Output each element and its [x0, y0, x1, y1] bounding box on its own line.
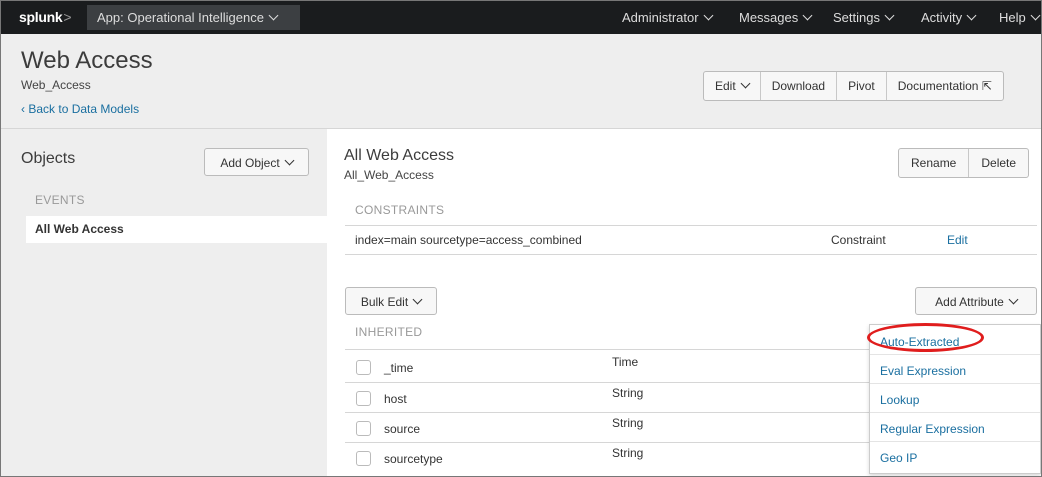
field-row: source String	[345, 414, 905, 444]
rename-button[interactable]: Rename	[899, 149, 968, 177]
divider	[345, 412, 869, 413]
splunk-logo[interactable]: splunk>	[19, 9, 72, 25]
constraint-edit-link[interactable]: Edit	[947, 233, 968, 247]
field-name: _time	[384, 361, 414, 375]
download-button[interactable]: Download	[759, 72, 836, 100]
row-checkbox[interactable]	[356, 360, 371, 375]
field-type: String	[612, 416, 644, 430]
divider	[345, 254, 1037, 255]
back-to-data-models-link[interactable]: ‹ Back to Data Models	[21, 102, 139, 116]
object-title: All Web Access	[344, 147, 454, 164]
nav-administrator[interactable]: Administrator	[622, 1, 714, 34]
app-window: splunk> App: Operational Intelligence Ad…	[0, 0, 1042, 477]
highlight-ring	[867, 323, 984, 352]
edit-button[interactable]: Edit	[704, 72, 760, 100]
page-header: Web Access Web_Access ‹ Back to Data Mod…	[1, 34, 1041, 129]
field-type: String	[612, 446, 644, 460]
nav-messages[interactable]: Messages	[739, 1, 813, 34]
nav-activity[interactable]: Activity	[921, 1, 977, 34]
menu-item-geo-ip[interactable]: Geo IP	[880, 451, 917, 465]
object-item-all-web-access[interactable]: All Web Access	[26, 216, 327, 243]
chevron-down-icon	[740, 78, 751, 89]
field-row: host String	[345, 384, 905, 414]
documentation-button[interactable]: Documentation ⇱	[885, 72, 1003, 100]
chevron-down-icon	[802, 10, 813, 21]
field-name: host	[384, 392, 407, 406]
menu-item-regular-expression[interactable]: Regular Expression	[880, 422, 985, 436]
chevron-down-icon	[966, 10, 977, 21]
inherited-header: INHERITED	[355, 325, 423, 339]
field-type: Time	[612, 355, 639, 369]
add-attribute-button[interactable]: Add Attribute	[915, 287, 1037, 315]
nav-settings[interactable]: Settings	[833, 1, 895, 34]
row-checkbox[interactable]	[356, 421, 371, 436]
bulk-edit-button[interactable]: Bulk Edit	[345, 287, 437, 315]
chevron-down-icon	[884, 10, 895, 21]
menu-item-lookup[interactable]: Lookup	[880, 393, 919, 407]
app-menu[interactable]: App: Operational Intelligence	[87, 5, 300, 30]
divider	[345, 349, 869, 350]
divider	[345, 225, 1037, 226]
chevron-down-icon	[1030, 10, 1041, 21]
field-name: sourcetype	[384, 452, 443, 466]
constraint-type: Constraint	[831, 233, 886, 247]
menu-item-eval-expression[interactable]: Eval Expression	[880, 364, 966, 378]
header-button-group: Edit Download Pivot Documentation ⇱	[703, 71, 1004, 101]
field-name: source	[384, 422, 421, 436]
events-section-header: EVENTS	[35, 193, 85, 207]
object-subtitle: All_Web_Access	[344, 168, 434, 182]
external-link-icon: ⇱	[981, 79, 992, 93]
rename-delete-group: Rename Delete	[898, 148, 1030, 178]
field-type: String	[612, 386, 644, 400]
pivot-button[interactable]: Pivot	[836, 72, 886, 100]
divider	[345, 382, 869, 383]
chevron-down-icon	[412, 294, 423, 305]
chevron-down-icon	[268, 10, 279, 21]
page-title: Web Access	[21, 47, 153, 74]
chevron-down-icon	[284, 155, 295, 166]
page-subtitle: Web_Access	[21, 78, 91, 92]
divider	[870, 383, 1040, 384]
divider	[870, 441, 1040, 442]
nav-help[interactable]: Help	[999, 1, 1041, 34]
chevron-down-icon	[703, 10, 714, 21]
divider	[870, 354, 1040, 355]
field-row: sourcetype String	[345, 444, 905, 474]
row-checkbox[interactable]	[356, 451, 371, 466]
chevron-down-icon	[1008, 294, 1019, 305]
row-checkbox[interactable]	[356, 391, 371, 406]
objects-panel: Objects Add Object EVENTS All Web Access	[1, 129, 327, 476]
add-object-button[interactable]: Add Object	[204, 148, 309, 176]
field-row: _time Time	[345, 353, 905, 383]
divider	[870, 412, 1040, 413]
top-navigation-bar: splunk> App: Operational Intelligence Ad…	[1, 1, 1041, 34]
objects-title: Objects	[21, 150, 76, 167]
constraints-header: CONSTRAINTS	[355, 203, 445, 217]
delete-button[interactable]: Delete	[968, 149, 1028, 177]
constraint-expression: index=main sourcetype=access_combined	[355, 233, 582, 247]
divider	[345, 442, 869, 443]
